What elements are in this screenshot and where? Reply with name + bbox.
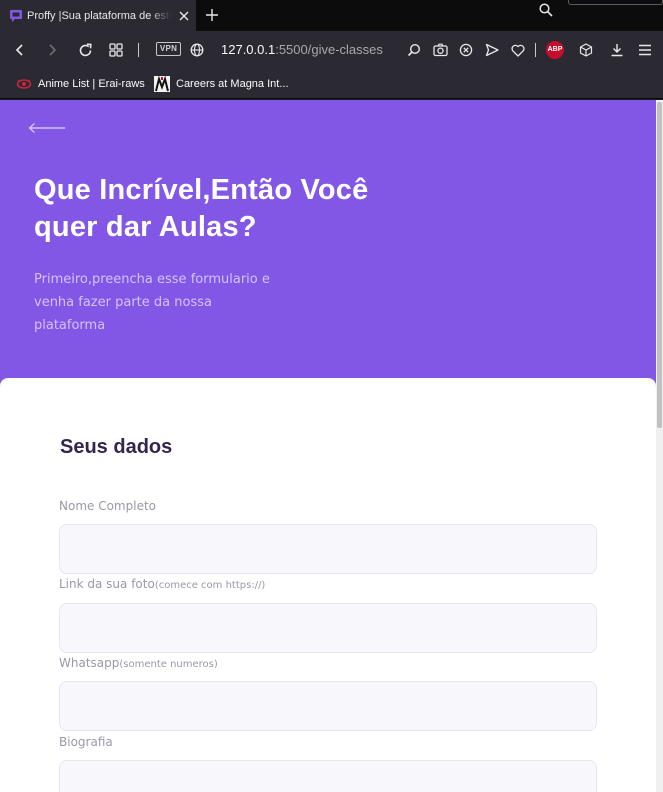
toolbar-separator bbox=[138, 43, 139, 57]
navigation-toolbar: VPN 127.0.0.1:5500/give-classes ABP bbox=[0, 31, 663, 69]
forward-icon[interactable] bbox=[42, 40, 62, 60]
menu-icon[interactable] bbox=[635, 40, 655, 60]
page-title: Que Incrível,Então Você quer dar Aulas? bbox=[34, 172, 454, 246]
page-header: Que Incrível,Então Você quer dar Aulas? … bbox=[0, 100, 656, 400]
photo-field-label: Link da sua foto(comece com https://) bbox=[59, 577, 265, 591]
bookmark-item[interactable]: Careers at Magna Int... bbox=[154, 75, 289, 93]
page-viewport: Que Incrível,Então Você quer dar Aulas? … bbox=[0, 100, 663, 792]
adblock-plus-icon[interactable]: ABP bbox=[546, 41, 564, 59]
magna-logo-icon bbox=[154, 76, 170, 92]
globe-icon[interactable] bbox=[187, 40, 207, 60]
name-field-label: Nome Completo bbox=[59, 499, 156, 513]
active-tab[interactable]: Proffy |Sua plataforma de estudos online bbox=[0, 0, 196, 31]
speed-dial-icon[interactable] bbox=[106, 40, 126, 60]
page-description: Primeiro,preencha esse formulario e venh… bbox=[34, 268, 302, 337]
page-description-line: Primeiro,preencha esse formulario e bbox=[34, 272, 270, 287]
page-description-line: plataforma bbox=[34, 318, 106, 333]
erai-raws-icon bbox=[16, 79, 32, 89]
field-hint: (somente numeros) bbox=[119, 659, 218, 670]
scrollbar-thumb[interactable] bbox=[657, 102, 662, 428]
scrollbar[interactable] bbox=[656, 100, 663, 792]
chat-bubble-icon bbox=[10, 9, 22, 22]
bio-field[interactable] bbox=[59, 760, 597, 792]
url-host: 127.0.0.1 bbox=[221, 42, 276, 57]
vpn-badge[interactable]: VPN bbox=[156, 42, 181, 56]
send-icon[interactable] bbox=[482, 40, 502, 60]
address-bar[interactable]: 127.0.0.1:5500/give-classes bbox=[221, 42, 383, 57]
bio-field-label: Biografia bbox=[59, 735, 113, 749]
search-icon[interactable] bbox=[537, 1, 555, 19]
camera-icon[interactable] bbox=[430, 40, 450, 60]
bookmarks-bar: Anime List | Erai-raws Careers at Magna … bbox=[0, 69, 663, 99]
back-arrow-icon[interactable] bbox=[28, 122, 66, 134]
tab-bar: Proffy |Sua plataforma de estudos online bbox=[0, 0, 663, 31]
download-icon[interactable] bbox=[607, 40, 627, 60]
section-title: Seus dados bbox=[60, 436, 173, 458]
back-icon[interactable] bbox=[10, 40, 30, 60]
whatsapp-field-label: Whatsapp(somente numeros) bbox=[59, 656, 218, 670]
whatsapp-field[interactable] bbox=[59, 681, 597, 731]
field-label-text: Biografia bbox=[59, 735, 113, 749]
photo-url-field[interactable] bbox=[59, 603, 597, 653]
field-label-text: Whatsapp bbox=[59, 656, 120, 670]
form-card: Seus dados Nome Completo Link da sua fot… bbox=[0, 378, 656, 792]
zoom-icon[interactable] bbox=[404, 40, 424, 60]
field-label-text: Nome Completo bbox=[59, 499, 156, 513]
plus-icon[interactable] bbox=[203, 6, 221, 24]
url-path: :5500/give-classes bbox=[275, 42, 383, 57]
heart-icon[interactable] bbox=[508, 40, 528, 60]
name-field[interactable] bbox=[59, 524, 597, 574]
page-description-line: venha fazer parte da nossa bbox=[34, 295, 212, 310]
field-hint: (comece com https://) bbox=[154, 580, 266, 591]
bookmark-label: Anime List | Erai-raws bbox=[38, 78, 145, 90]
reload-icon[interactable] bbox=[75, 40, 95, 60]
field-label-text: Link da sua foto bbox=[59, 577, 155, 591]
cube-icon[interactable] bbox=[576, 40, 596, 60]
block-icon[interactable] bbox=[456, 40, 476, 60]
tab-title: Proffy |Sua plataforma de estudos online bbox=[27, 9, 171, 22]
bookmark-label: Careers at Magna Int... bbox=[176, 78, 289, 90]
page-title-line: Que Incrível,Então Você bbox=[34, 174, 369, 206]
bookmark-item[interactable]: Anime List | Erai-raws bbox=[16, 75, 145, 93]
close-icon[interactable] bbox=[177, 9, 191, 23]
page-title-line: quer dar Aulas? bbox=[34, 211, 257, 243]
window-controls[interactable] bbox=[568, 0, 663, 5]
toolbar-separator bbox=[535, 43, 536, 57]
